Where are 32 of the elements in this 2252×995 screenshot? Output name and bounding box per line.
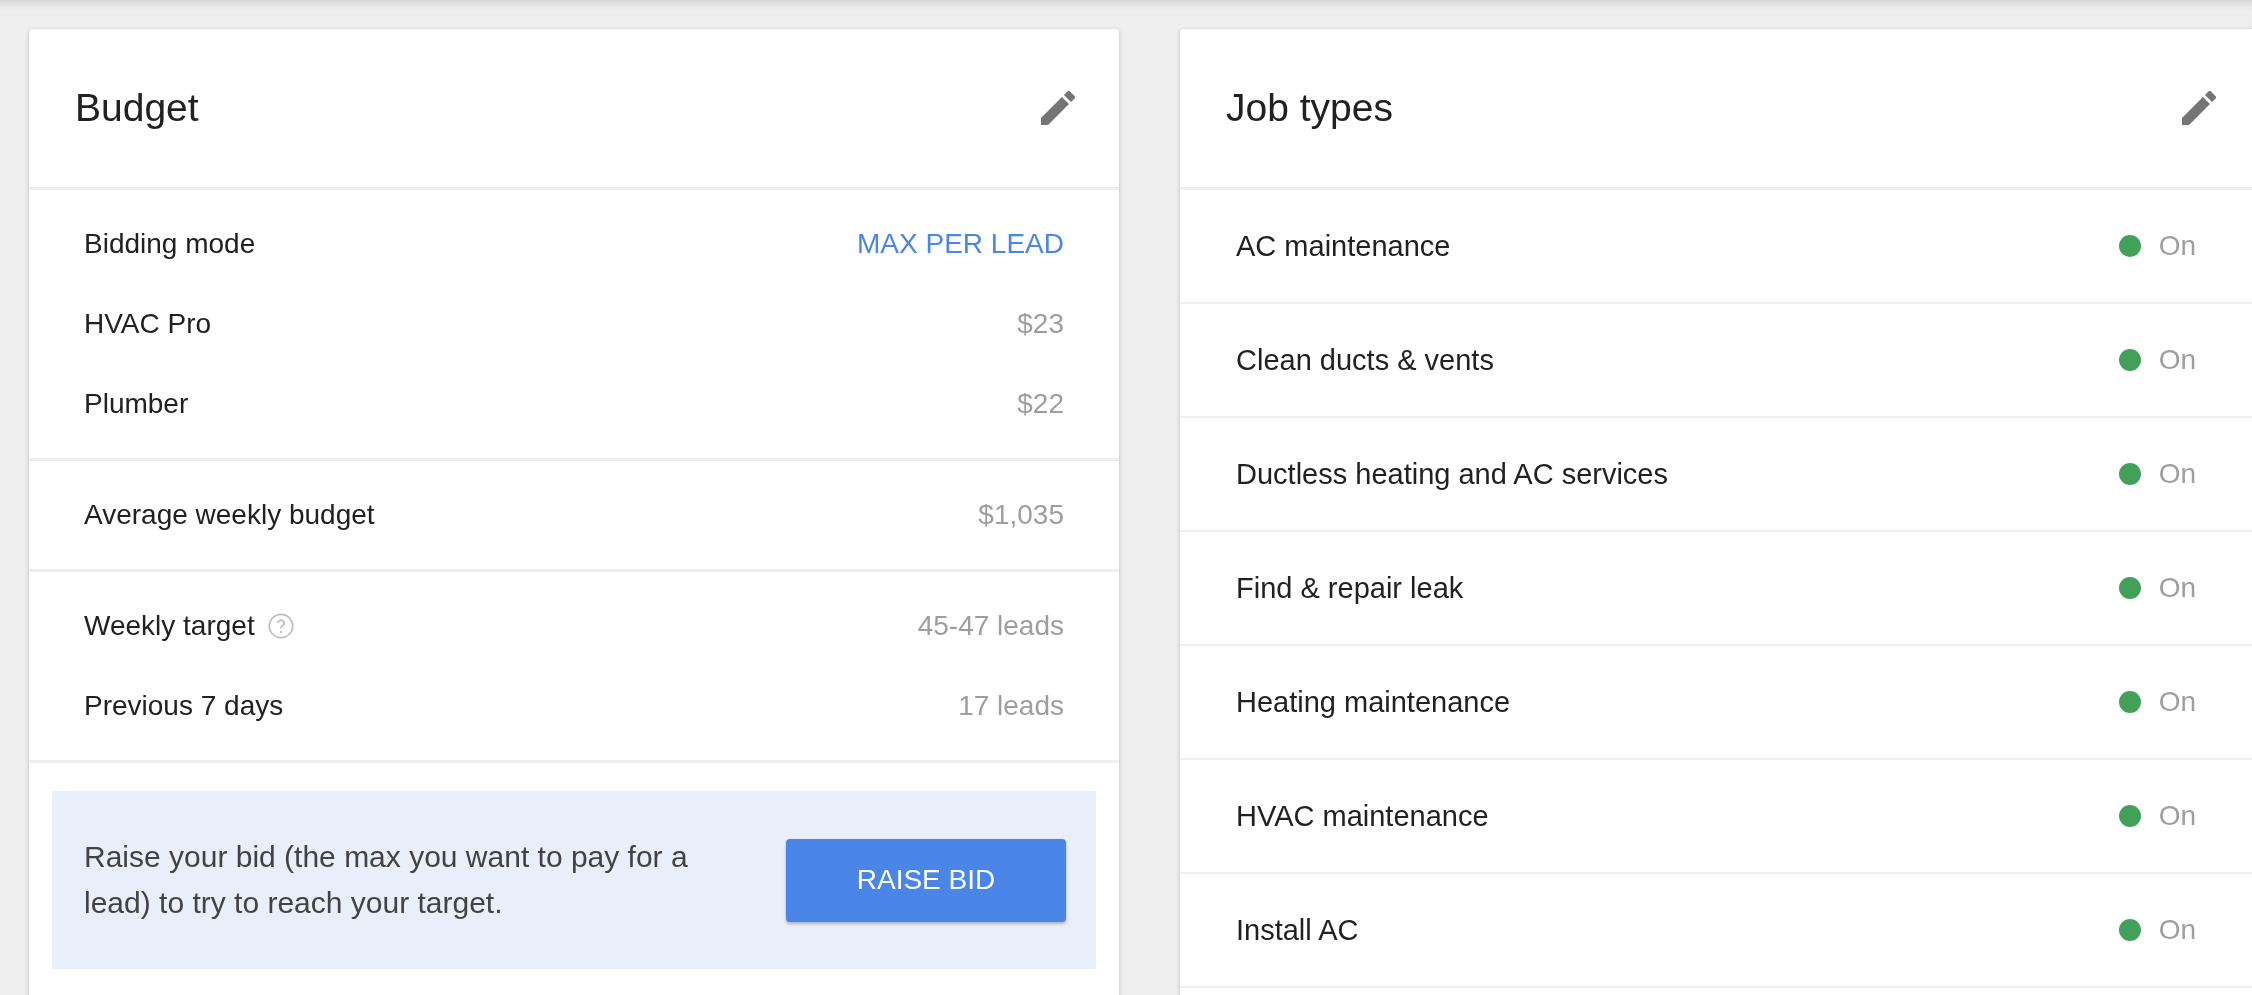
card-title: Job types: [1226, 86, 1393, 130]
row-label: Weekly target: [84, 610, 255, 642]
row-value: $1,035: [978, 499, 1064, 531]
job-type-name: Find & repair leak: [1236, 571, 1464, 605]
status-label: On: [2158, 686, 2196, 718]
job-type-name: Ductless heating and AC services: [1236, 457, 1668, 491]
bidding-mode-link[interactable]: MAX PER LEAD: [857, 228, 1064, 260]
status-label: On: [2158, 572, 2196, 604]
row-label: HVAC Pro: [84, 308, 212, 340]
row-value: $23: [1017, 308, 1064, 340]
status-label: On: [2158, 230, 2196, 262]
raise-bid-button[interactable]: RAISE BID: [786, 838, 1066, 922]
card-title: Budget: [75, 86, 199, 130]
suggestion-text: Raise your bid (the max you want to pay for a lead) to try to reach your target.: [84, 839, 689, 921]
row-label: Bidding mode: [84, 228, 256, 260]
edit-icon[interactable]: [1041, 91, 1075, 125]
job-type-name: Install AC: [1236, 913, 1359, 947]
row-value: 17 leads: [958, 690, 1064, 722]
status-label: On: [2158, 800, 2196, 832]
row-label: Average weekly budget: [84, 499, 375, 531]
status-label: On: [2158, 344, 2196, 376]
row-value: 45-47 leads: [917, 610, 1064, 642]
row-label: Previous 7 days: [84, 690, 284, 722]
job-type-name: AC maintenance: [1236, 229, 1451, 263]
status-label: On: [2158, 458, 2196, 490]
row-label: Plumber: [84, 388, 189, 420]
job-type-name: Heating maintenance: [1236, 685, 1511, 719]
job-type-name: Clean ducts & vents: [1236, 343, 1494, 377]
row-value: $22: [1017, 388, 1064, 420]
status-label: On: [2158, 914, 2196, 946]
edit-icon[interactable]: [2182, 91, 2216, 125]
job-type-name: HVAC maintenance: [1236, 799, 1489, 833]
